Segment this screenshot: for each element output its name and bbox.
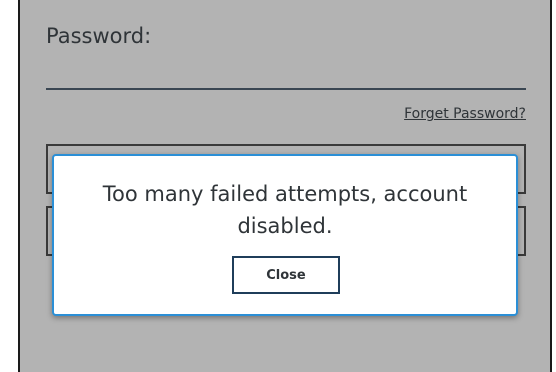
error-dialog: Too many failed attempts, account disabl…	[52, 154, 518, 316]
close-button[interactable]: Close	[232, 256, 340, 294]
password-input-underline[interactable]	[46, 88, 526, 90]
password-label: Password:	[46, 24, 152, 48]
forget-password-link[interactable]: Forget Password?	[404, 106, 526, 122]
dialog-message: Too many failed attempts, account disabl…	[102, 182, 468, 238]
